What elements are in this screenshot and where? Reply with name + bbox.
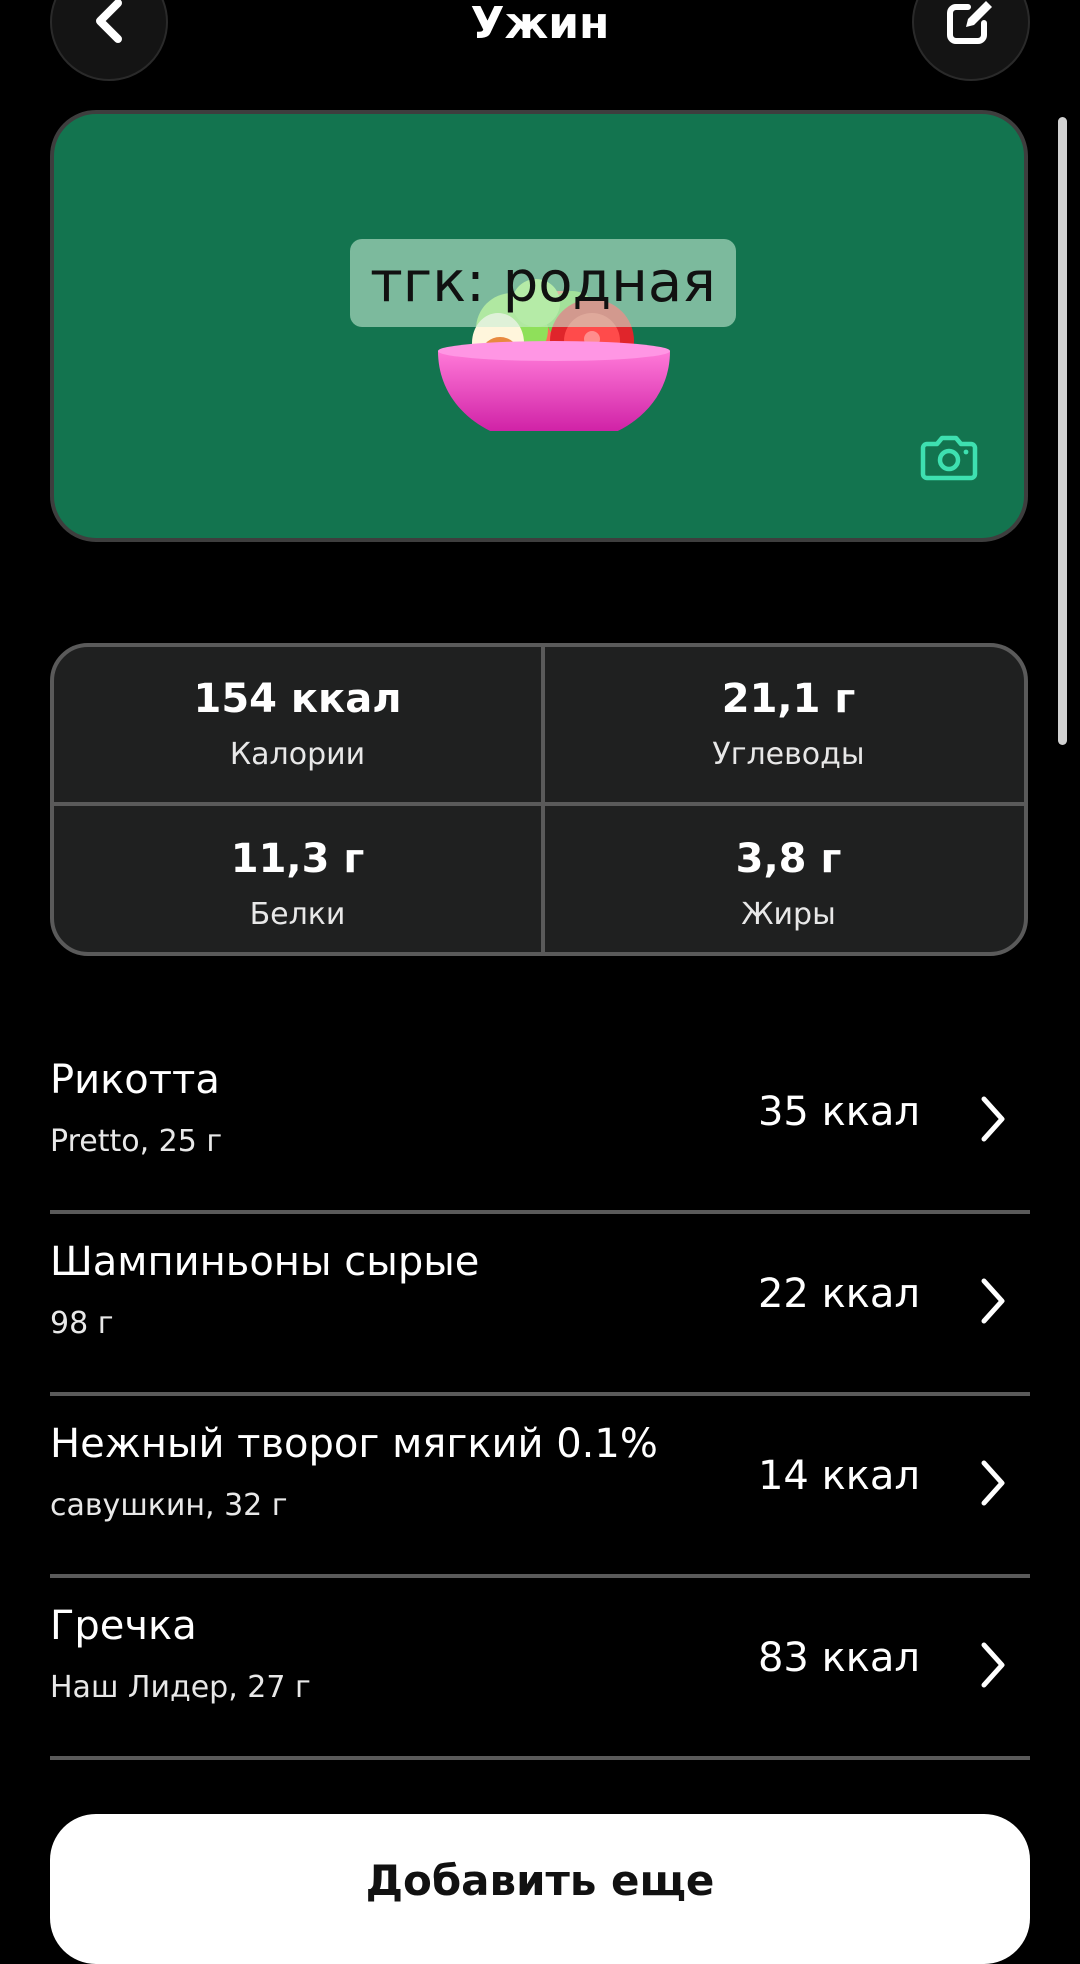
- chevron-right-icon: [981, 1096, 1005, 1142]
- fat-label: Жиры: [741, 897, 836, 932]
- protein-cell: 11,3 г Белки: [54, 835, 541, 933]
- food-name: Шампиньоны сырые: [50, 1239, 480, 1285]
- food-details: Pretto, 25 г: [50, 1124, 223, 1159]
- calories-cell: 154 ккал Калории: [54, 675, 541, 773]
- fat-value: 3,8 г: [735, 836, 842, 882]
- meal-photo[interactable]: тгк: родная: [50, 110, 1028, 542]
- food-item[interactable]: Рикотта Pretto, 25 г 35 ккал: [50, 1032, 1030, 1214]
- food-item[interactable]: Шампиньоны сырые 98 г 22 ккал: [50, 1214, 1030, 1396]
- carbs-value: 21,1 г: [721, 676, 856, 722]
- food-name: Гречка: [50, 1603, 197, 1649]
- camera-icon[interactable]: [919, 432, 979, 482]
- food-item[interactable]: Гречка Наш Лидер, 27 г 83 ккал: [50, 1578, 1030, 1760]
- food-calories: 22 ккал: [757, 1271, 920, 1317]
- edit-button[interactable]: [912, 0, 1030, 81]
- food-details: Наш Лидер, 27 г: [50, 1670, 311, 1705]
- food-name: Рикотта: [50, 1057, 220, 1103]
- food-calories: 35 ккал: [757, 1089, 920, 1135]
- food-list: Рикотта Pretto, 25 г 35 ккал Шампиньоны …: [50, 1032, 1030, 1760]
- grid-divider-horizontal: [54, 802, 1024, 806]
- food-details: 98 г: [50, 1306, 114, 1341]
- add-more-label: Добавить еще: [365, 1856, 715, 1905]
- fat-cell: 3,8 г Жиры: [545, 835, 1024, 933]
- food-calories: 83 ккал: [757, 1635, 920, 1681]
- food-details: савушкин, 32 г: [50, 1488, 288, 1523]
- chevron-right-icon: [981, 1278, 1005, 1324]
- food-calories: 14 ккал: [757, 1453, 920, 1499]
- food-name: Нежный творог мягкий 0.1%: [50, 1421, 658, 1467]
- chevron-right-icon: [981, 1460, 1005, 1506]
- calories-value: 154 ккал: [193, 676, 402, 722]
- carbs-label: Углеводы: [712, 737, 865, 772]
- food-item[interactable]: Нежный творог мягкий 0.1% савушкин, 32 г…: [50, 1396, 1030, 1578]
- carbs-cell: 21,1 г Углеводы: [545, 675, 1024, 773]
- watermark-label: тгк: родная: [350, 239, 736, 327]
- scrollbar[interactable]: [1058, 117, 1067, 745]
- protein-label: Белки: [249, 897, 346, 932]
- calories-label: Калории: [229, 737, 366, 772]
- add-more-button[interactable]: Добавить еще: [50, 1814, 1030, 1964]
- protein-value: 11,3 г: [230, 836, 365, 882]
- chevron-right-icon: [981, 1642, 1005, 1688]
- edit-square-icon: [947, 1, 992, 44]
- nutrition-summary: 154 ккал Калории 21,1 г Углеводы 11,3 г …: [50, 643, 1028, 956]
